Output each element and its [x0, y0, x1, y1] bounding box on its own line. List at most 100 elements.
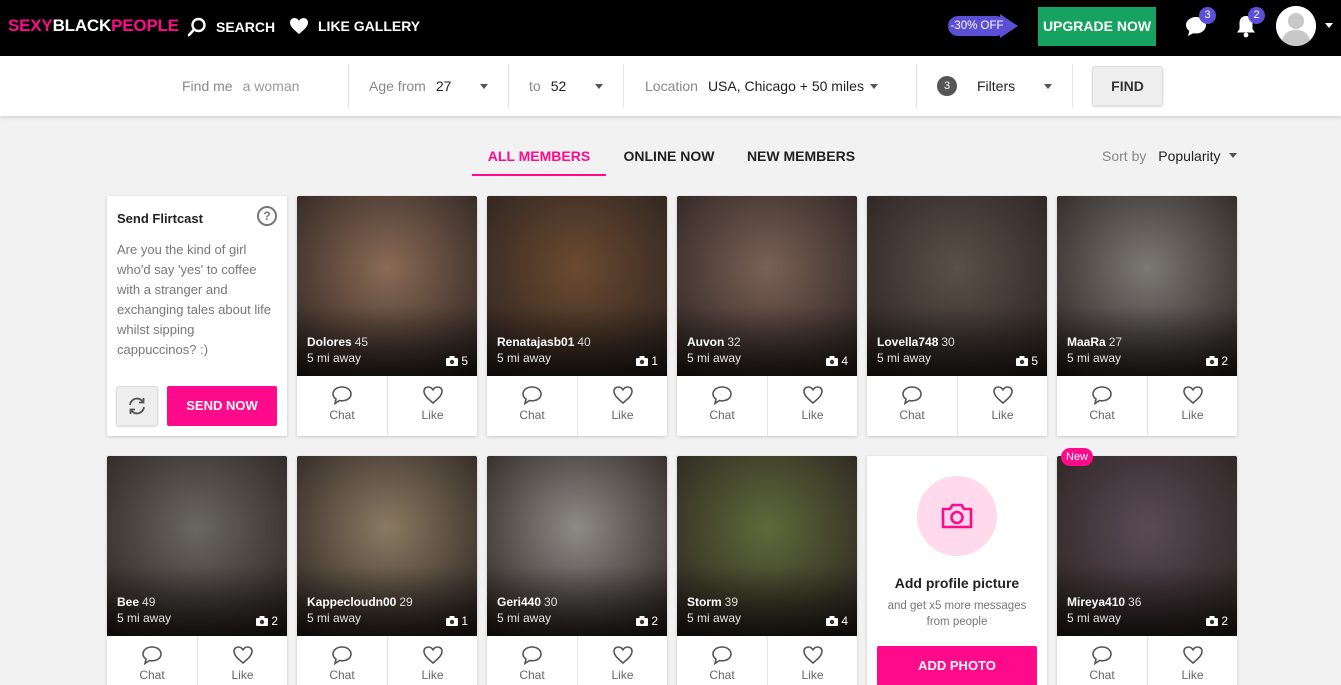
- sort-select[interactable]: Sort by Popularity: [1102, 148, 1237, 164]
- chat-bubble-icon: [712, 386, 732, 405]
- chat-button[interactable]: Chat: [1057, 376, 1147, 436]
- member-card[interactable]: Geri440 30 5 mi away 2 Chat Like: [487, 456, 667, 685]
- tab-online-now[interactable]: ONLINE NOW: [614, 146, 724, 176]
- member-photo[interactable]: Renatajasb01 40 5 mi away 1: [487, 196, 667, 376]
- member-age: 49: [142, 595, 156, 609]
- member-photo[interactable]: Lovella748 30 5 mi away 5: [867, 196, 1047, 376]
- member-photo[interactable]: Storm 39 5 mi away 4: [677, 456, 857, 636]
- tab-all-members[interactable]: ALL MEMBERS: [472, 146, 606, 176]
- like-button[interactable]: Like: [577, 636, 667, 685]
- avatar-chevron-down-icon[interactable]: [1325, 23, 1333, 28]
- member-distance: 5 mi away: [1067, 611, 1122, 625]
- like-button[interactable]: Like: [767, 376, 857, 436]
- member-card[interactable]: Dolores 45 5 mi away 5 Chat Like: [297, 196, 477, 436]
- find-button[interactable]: FIND: [1092, 66, 1163, 106]
- user-avatar[interactable]: [1276, 6, 1316, 46]
- member-photo[interactable]: Auvon 32 5 mi away 4: [677, 196, 857, 376]
- like-button[interactable]: Like: [387, 636, 477, 685]
- like-button[interactable]: Like: [957, 376, 1047, 436]
- member-name: Bee: [117, 595, 140, 609]
- chat-button[interactable]: Chat: [107, 636, 197, 685]
- member-distance: 5 mi away: [497, 351, 552, 365]
- chat-button[interactable]: Chat: [867, 376, 957, 436]
- site-logo[interactable]: SEXYBLACKPEOPLE: [8, 16, 179, 36]
- member-age: 36: [1128, 595, 1142, 609]
- chat-button[interactable]: Chat: [297, 636, 387, 685]
- heart-outline-icon: [802, 646, 823, 665]
- member-card[interactable]: Bee 49 5 mi away 2 Chat Like: [107, 456, 287, 685]
- member-name: Geri440: [497, 595, 542, 609]
- filter-divider: [508, 64, 509, 108]
- camera-icon: [826, 356, 839, 366]
- location-value: USA, Chicago + 50 miles: [707, 78, 864, 94]
- member-name: Storm: [687, 595, 722, 609]
- tab-new-members[interactable]: NEW MEMBERS: [738, 146, 864, 176]
- like-button[interactable]: Like: [387, 376, 477, 436]
- messages-button[interactable]: 3: [1184, 7, 1216, 43]
- heart-outline-icon: [422, 646, 443, 665]
- filters-select[interactable]: 3 Filters: [937, 64, 1057, 108]
- like-button[interactable]: Like: [1147, 376, 1237, 436]
- chat-button[interactable]: Chat: [297, 376, 387, 436]
- help-icon[interactable]: ?: [257, 206, 277, 226]
- member-name: Auvon: [687, 335, 725, 349]
- member-card[interactable]: Auvon 32 5 mi away 4 Chat Like: [677, 196, 857, 436]
- member-distance: 5 mi away: [687, 611, 742, 625]
- heart-icon: [289, 17, 309, 35]
- member-card[interactable]: Storm 39 5 mi away 4 Chat Like: [677, 456, 857, 685]
- member-distance: 5 mi away: [877, 351, 932, 365]
- refresh-message-button[interactable]: [116, 386, 158, 426]
- upgrade-now-button[interactable]: UPGRADE NOW: [1038, 7, 1156, 46]
- photo-count: 2: [1206, 354, 1228, 368]
- heart-outline-icon: [1182, 646, 1203, 665]
- member-photo[interactable]: Bee 49 5 mi away 2: [107, 456, 287, 636]
- member-photo[interactable]: Dolores 45 5 mi away 5: [297, 196, 477, 376]
- photo-count: 1: [446, 614, 468, 628]
- filters-label: Filters: [977, 78, 1016, 94]
- discount-tag[interactable]: -30% OFF: [948, 14, 1020, 38]
- member-card[interactable]: Renatajasb01 40 5 mi away 1 Chat Like: [487, 196, 667, 436]
- chat-button[interactable]: Chat: [1057, 636, 1147, 685]
- add-photo-button[interactable]: ADD PHOTO: [877, 646, 1037, 685]
- age-from-select[interactable]: Age from 27: [369, 64, 497, 108]
- camera-icon: [446, 616, 459, 626]
- member-distance: 5 mi away: [687, 351, 742, 365]
- like-button[interactable]: Like: [577, 376, 667, 436]
- like-button[interactable]: Like: [1147, 636, 1237, 685]
- photo-count: 2: [1206, 614, 1228, 628]
- member-photo[interactable]: MaaRa 27 5 mi away 2: [1057, 196, 1237, 376]
- like-button[interactable]: Like: [767, 636, 857, 685]
- chat-button[interactable]: Chat: [487, 376, 577, 436]
- chat-button[interactable]: Chat: [487, 636, 577, 685]
- find-me-select[interactable]: Find me a woman: [182, 64, 299, 108]
- chat-bubble-icon: [332, 386, 352, 405]
- camera-icon: [256, 616, 269, 626]
- chat-bubble-icon: [1184, 17, 1208, 42]
- chat-button[interactable]: Chat: [677, 376, 767, 436]
- chevron-down-icon: [480, 84, 488, 89]
- member-card[interactable]: Mireya410 36 5 mi away 2 Chat Like: [1057, 456, 1237, 685]
- send-now-button[interactable]: SEND NOW: [167, 386, 277, 426]
- age-to-select[interactable]: to 52: [529, 64, 611, 108]
- location-label: Location: [645, 78, 698, 94]
- member-card[interactable]: Lovella748 30 5 mi away 5 Chat Like: [867, 196, 1047, 436]
- nav-like-gallery-link[interactable]: LIKE GALLERY: [289, 17, 420, 35]
- camera-icon: [1206, 616, 1219, 626]
- member-photo[interactable]: Geri440 30 5 mi away 2: [487, 456, 667, 636]
- camera-circle[interactable]: [917, 476, 997, 556]
- member-card[interactable]: MaaRa 27 5 mi away 2 Chat Like: [1057, 196, 1237, 436]
- member-photo[interactable]: Kappecloudn00 29 5 mi away 1: [297, 456, 477, 636]
- member-name: Dolores: [307, 335, 352, 349]
- member-photo[interactable]: Mireya410 36 5 mi away 2: [1057, 456, 1237, 636]
- notifications-button[interactable]: 2: [1235, 7, 1265, 43]
- sort-label: Sort by: [1102, 148, 1147, 164]
- chat-button[interactable]: Chat: [677, 636, 767, 685]
- like-button[interactable]: Like: [197, 636, 287, 685]
- location-select[interactable]: Location USA, Chicago + 50 miles: [645, 64, 885, 108]
- flirtcast-message: Are you the kind of girl who'd say 'yes'…: [117, 242, 271, 357]
- add-photo-subtitle: and get x5 more messages from people: [887, 600, 1027, 628]
- discount-label: -30% OFF: [948, 16, 1006, 36]
- flirtcast-card: Send Flirtcast ? Are you the kind of gir…: [107, 196, 287, 436]
- member-card[interactable]: Kappecloudn00 29 5 mi away 1 Chat Like: [297, 456, 477, 685]
- nav-search-link[interactable]: SEARCH: [187, 17, 275, 37]
